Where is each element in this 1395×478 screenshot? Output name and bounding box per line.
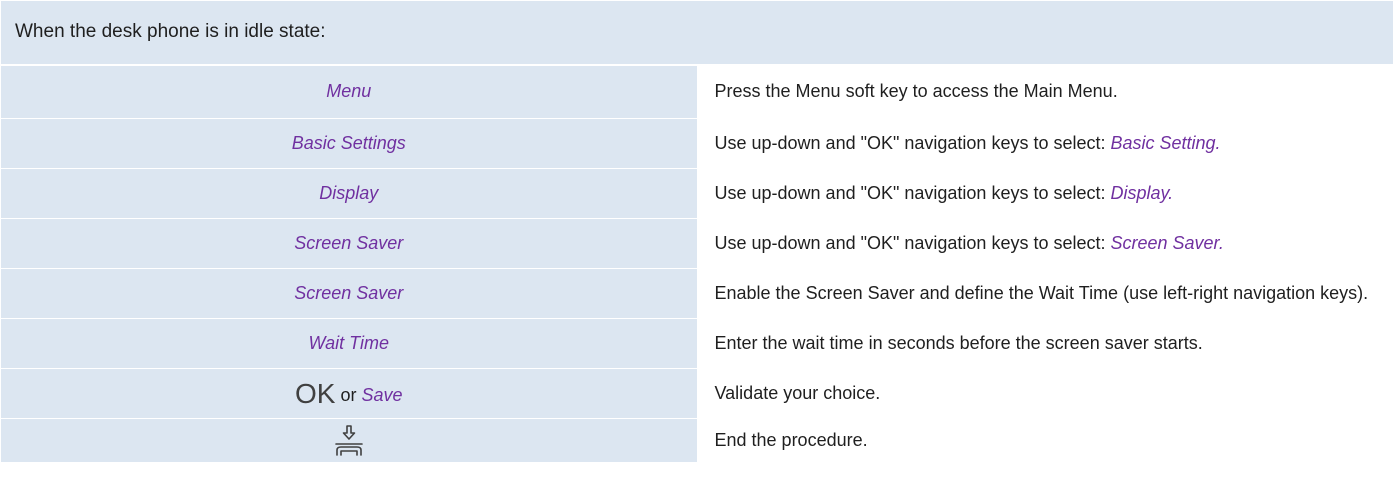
- screen-saver-key-label: Screen Saver: [294, 283, 404, 303]
- description-cell: Use up-down and "OK" navigation keys to …: [696, 218, 1394, 269]
- table-row: OK or Save Validate your choice.: [0, 368, 1394, 419]
- display-key-label: Display: [319, 183, 379, 203]
- key-cell: Wait Time: [0, 318, 698, 369]
- table-row: Wait Time Enter the wait time in seconds…: [0, 318, 1394, 369]
- menu-key-label: Menu: [326, 81, 372, 102]
- table-row: Menu Press the Menu soft key to access t…: [0, 64, 1394, 119]
- description-highlight: Basic Setting.: [1110, 133, 1221, 153]
- key-cell: OK or Save: [0, 368, 698, 419]
- key-cell: Display: [0, 168, 698, 219]
- description-cell: Use up-down and "OK" navigation keys to …: [696, 118, 1394, 169]
- table-header-row: When the desk phone is in idle state:: [0, 0, 1394, 66]
- description-cell: Enter the wait time in seconds before th…: [696, 318, 1394, 369]
- description-text: Use up-down and "OK" navigation keys to …: [714, 183, 1111, 203]
- key-cell: [0, 418, 698, 463]
- hang-up-icon: [332, 424, 366, 458]
- screen-saver-key-label: Screen Saver: [294, 233, 404, 253]
- basic-settings-key-label: Basic Settings: [291, 133, 406, 153]
- description-cell: End the procedure.: [696, 418, 1394, 463]
- description-cell: Validate your choice.: [696, 368, 1394, 419]
- table-row: Basic Settings Use up-down and "OK" navi…: [0, 118, 1394, 169]
- table-row: Screen Saver Use up-down and "OK" naviga…: [0, 218, 1394, 269]
- description-highlight: Display.: [1110, 183, 1174, 203]
- description-text: Use up-down and "OK" navigation keys to …: [714, 233, 1111, 253]
- ok-key-label: OK: [294, 377, 336, 409]
- description-cell: Enable the Screen Saver and define the W…: [696, 268, 1394, 319]
- description-cell: Press the Menu soft key to access the Ma…: [696, 64, 1394, 119]
- table-row: Display Use up-down and "OK" navigation …: [0, 168, 1394, 219]
- key-cell: Screen Saver: [0, 268, 698, 319]
- description-highlight: Screen Saver.: [1110, 233, 1224, 253]
- table-row: End the procedure.: [0, 418, 1394, 463]
- or-label: or: [340, 384, 357, 405]
- table-header: When the desk phone is in idle state:: [0, 0, 1394, 66]
- key-cell: Menu: [0, 64, 698, 119]
- description-cell: Use up-down and "OK" navigation keys to …: [696, 168, 1394, 219]
- description-text: Use up-down and "OK" navigation keys to …: [714, 133, 1111, 153]
- key-cell: Basic Settings: [0, 118, 698, 169]
- procedure-table: When the desk phone is in idle state: Me…: [0, 0, 1394, 463]
- table-row: Screen Saver Enable the Screen Saver and…: [0, 268, 1394, 319]
- wait-time-key-label: Wait Time: [308, 333, 390, 353]
- save-key-label: Save: [361, 384, 403, 405]
- key-cell: Screen Saver: [0, 218, 698, 269]
